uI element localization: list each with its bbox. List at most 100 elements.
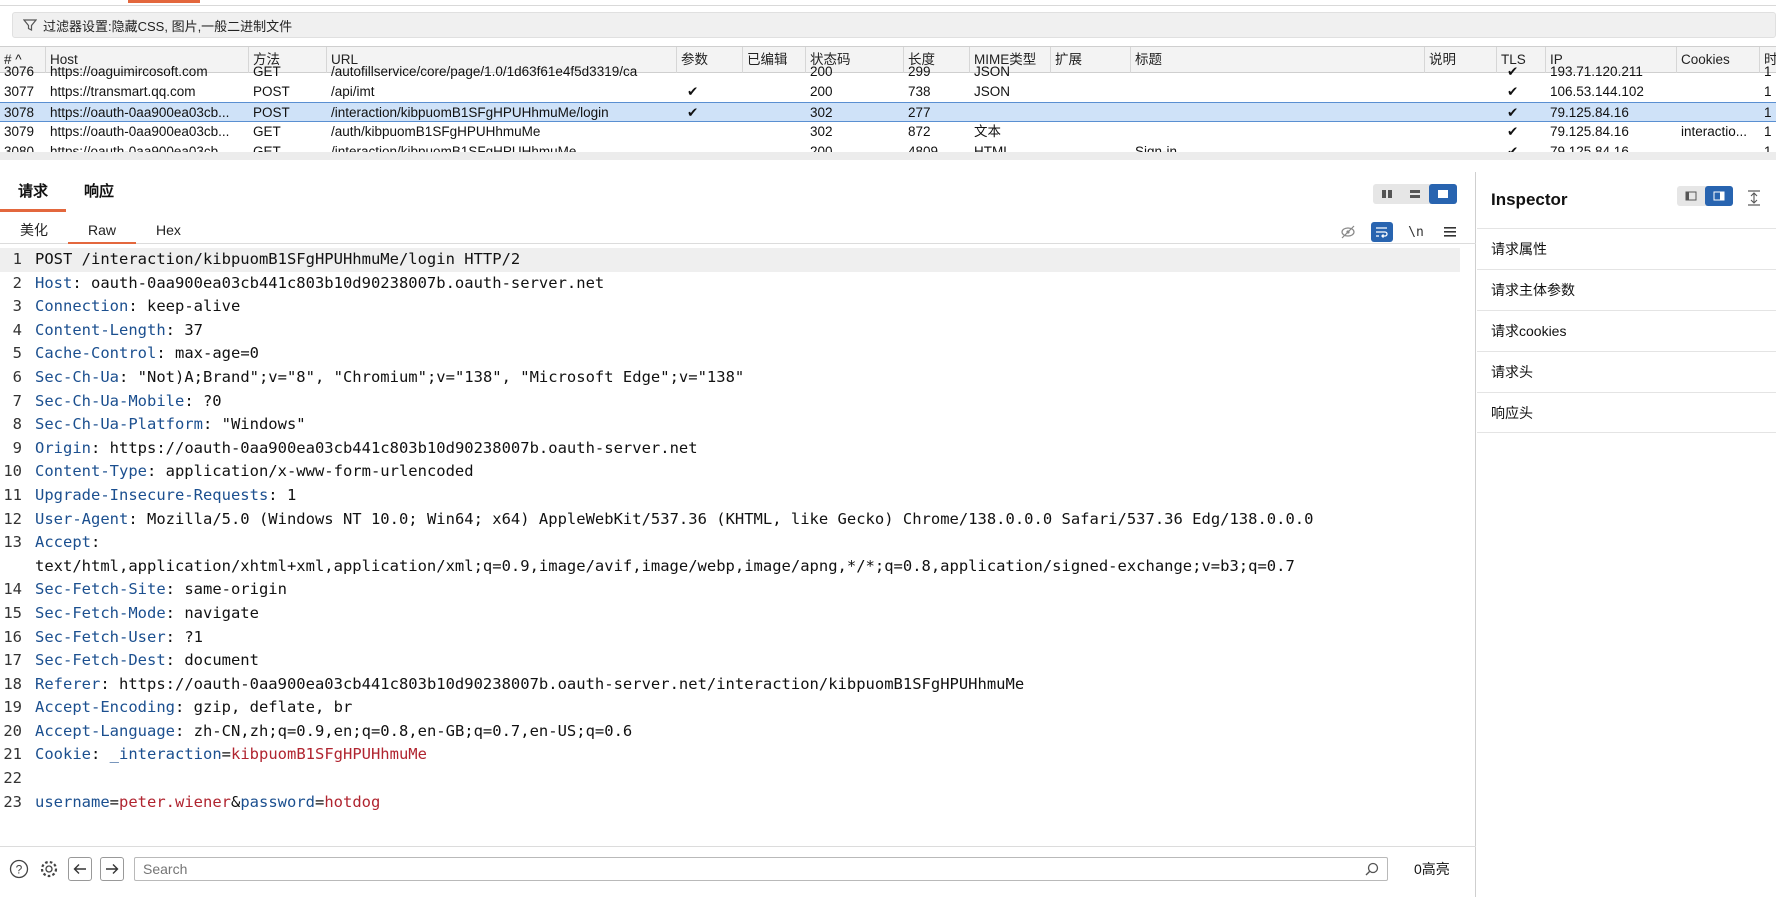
menu-icon[interactable]	[1439, 222, 1461, 242]
line-content: Upgrade-Insecure-Requests: 1	[35, 484, 296, 508]
text-segment: : max-age=0	[156, 344, 259, 363]
line-content: Sec-Ch-Ua-Platform: "Windows"	[35, 413, 306, 437]
layout-single-button[interactable]	[1429, 184, 1457, 204]
cell-edited	[743, 103, 806, 123]
wrap-lines-icon[interactable]	[1371, 222, 1393, 242]
inspector-section[interactable]: 请求cookies	[1477, 310, 1776, 351]
cell-mime: 文本	[974, 124, 1001, 139]
header-key: Referer	[35, 674, 101, 693]
cell-method: POST	[253, 84, 290, 99]
header-key: Content-Length	[35, 320, 166, 339]
inspector-panel: Inspector 请求属性 请求主体参数 请求cookies 请求头 响应头	[1477, 172, 1776, 897]
editor-line: 9 Origin: https://oauth-0aa900ea03cb441c8…	[0, 437, 1476, 461]
line-content: Cookie: _interaction=kibpuomB1SFgHPUHhmu…	[35, 743, 427, 767]
line-number: 15	[3, 603, 22, 622]
raw-request-editor[interactable]: 1 POST /interaction/kibpuomB1SFgHPUHhmuMe…	[0, 248, 1476, 838]
text-segment: : "Not)A;Brand";v="8", "Chromium";v="138…	[119, 367, 745, 386]
columns-icon	[1382, 190, 1392, 198]
inspector-layout-left-button[interactable]	[1677, 186, 1705, 206]
cell-time: 1	[1764, 84, 1772, 99]
text-segment: : gzip, deflate, br	[174, 698, 353, 717]
cell-id: 3077	[4, 84, 35, 99]
cell-title	[1131, 103, 1425, 123]
hide-icon[interactable]	[1337, 222, 1359, 242]
line-number: 13	[3, 533, 22, 552]
line-content: Content-Type: application/x-www-form-url…	[35, 460, 474, 484]
filter-bar[interactable]: 过滤器设置:隐藏CSS, 图片,一般二进制文件	[12, 12, 1776, 38]
single-pane-icon	[1438, 190, 1448, 198]
line-number: 17	[3, 651, 22, 670]
text-segment: : keep-alive	[128, 297, 241, 316]
editor-line: 12 User-Agent: Mozilla/5.0 (Windows NT 10…	[0, 508, 1476, 532]
search-field[interactable]	[134, 856, 1388, 881]
text-segment: &	[230, 792, 241, 811]
cell-method: GET	[253, 124, 281, 139]
inspector-section[interactable]: 请求属性	[1477, 228, 1776, 269]
layout-columns-button[interactable]	[1373, 184, 1401, 204]
table-row[interactable]: 3077 https://transmart.qq.com POST/api/imt…	[0, 82, 1776, 102]
cell-ext	[1051, 62, 1131, 82]
cell-note	[1425, 62, 1497, 82]
cell-cookies: interactio...	[1681, 124, 1748, 139]
line-number: 10	[3, 462, 22, 481]
text-segment: : ?0	[184, 391, 222, 410]
cell-ip: 106.53.144.102	[1550, 84, 1644, 99]
text-segment: : 37	[165, 320, 203, 339]
inspector-layout-right-button[interactable]	[1705, 186, 1733, 206]
table-row[interactable]: 3079 https://oauth-0aa900ea03cb... GET/aut…	[0, 122, 1776, 142]
inspector-sections: 请求属性 请求主体参数 请求cookies 请求头 响应头	[1477, 228, 1776, 433]
cell-length: 277	[908, 105, 931, 120]
cell-url: /interaction/kibpuomB1SFgHPUHhmuMe/login	[331, 105, 609, 120]
tab-response[interactable]: 响应	[66, 172, 132, 212]
subtab-raw[interactable]: Raw	[68, 216, 137, 244]
inspector-title: Inspector	[1491, 190, 1568, 209]
text-segment: POST /interaction/kibpuomB1SFgHPUHhmuMe/…	[35, 250, 521, 268]
header-key: Sec-Fetch-Dest	[35, 651, 166, 670]
editor-line: 13 Accept:	[0, 531, 1476, 555]
line-content: POST /interaction/kibpuomB1SFgHPUHhmuMe/…	[35, 248, 520, 272]
subtab-pretty[interactable]: 美化	[0, 216, 68, 244]
layout-rows-button[interactable]	[1401, 184, 1429, 204]
text-segment: : same-origin	[165, 580, 287, 599]
inspector-section[interactable]: 响应头	[1477, 392, 1776, 433]
cell-params: ✔	[687, 84, 699, 99]
editor-line: 4 Content-Length: 37	[0, 319, 1476, 343]
header-key: Connection	[35, 297, 129, 316]
settings-gear-icon[interactable]	[38, 858, 60, 880]
table-row[interactable]: 3078 https://oauth-0aa900ea03cb... POST/in…	[0, 102, 1776, 122]
subtab-hex[interactable]: Hex	[136, 216, 201, 244]
search-icon[interactable]	[1365, 862, 1379, 876]
inspector-section[interactable]: 请求主体参数	[1477, 269, 1776, 310]
param-value: hotdog	[324, 792, 381, 811]
request-response-tabs: 请求 响应	[0, 172, 132, 212]
line-content: Connection: keep-alive	[35, 295, 240, 319]
cell-length: 872	[908, 124, 931, 139]
tab-request[interactable]: 请求	[0, 172, 67, 212]
help-icon[interactable]: ?	[8, 858, 30, 880]
table-row[interactable]: 3076 https://oaguimircosoft.com GET/autofi…	[0, 62, 1776, 82]
horizontal-scrollbar[interactable]	[0, 152, 1776, 160]
collapse-icon[interactable]	[1747, 190, 1761, 209]
header-key: Sec-Fetch-Mode	[35, 603, 166, 622]
cell-status: 200	[810, 84, 833, 99]
newline-toggle[interactable]: \n	[1405, 222, 1427, 242]
line-number: 9	[12, 438, 22, 457]
cell-edited	[743, 122, 806, 142]
cell-ip: 79.125.84.16	[1550, 124, 1629, 139]
search-input[interactable]	[143, 860, 1343, 877]
line-number: 16	[3, 627, 22, 646]
inspector-section[interactable]: 请求头	[1477, 351, 1776, 392]
cell-method: GET	[253, 64, 281, 79]
inspector-layout-toggle	[1677, 186, 1733, 206]
cell-host: https://oauth-0aa900ea03cb...	[50, 105, 230, 120]
cell-id: 3078	[4, 105, 35, 120]
header-key: Sec-Fetch-Site	[35, 580, 166, 599]
line-content: User-Agent: Mozilla/5.0 (Windows NT 10.0…	[35, 508, 1313, 532]
text-segment: : zh-CN,zh;q=0.9,en;q=0.8,en-GB;q=0.7,en…	[174, 721, 633, 740]
line-content: Sec-Fetch-Dest: document	[35, 649, 259, 673]
next-match-button[interactable]	[100, 856, 124, 881]
previous-match-button[interactable]	[68, 856, 92, 881]
cell-tls: ✔	[1507, 124, 1519, 139]
panel-layout-icon	[1713, 191, 1725, 201]
search-bar: ? 0高亮	[0, 846, 1476, 890]
